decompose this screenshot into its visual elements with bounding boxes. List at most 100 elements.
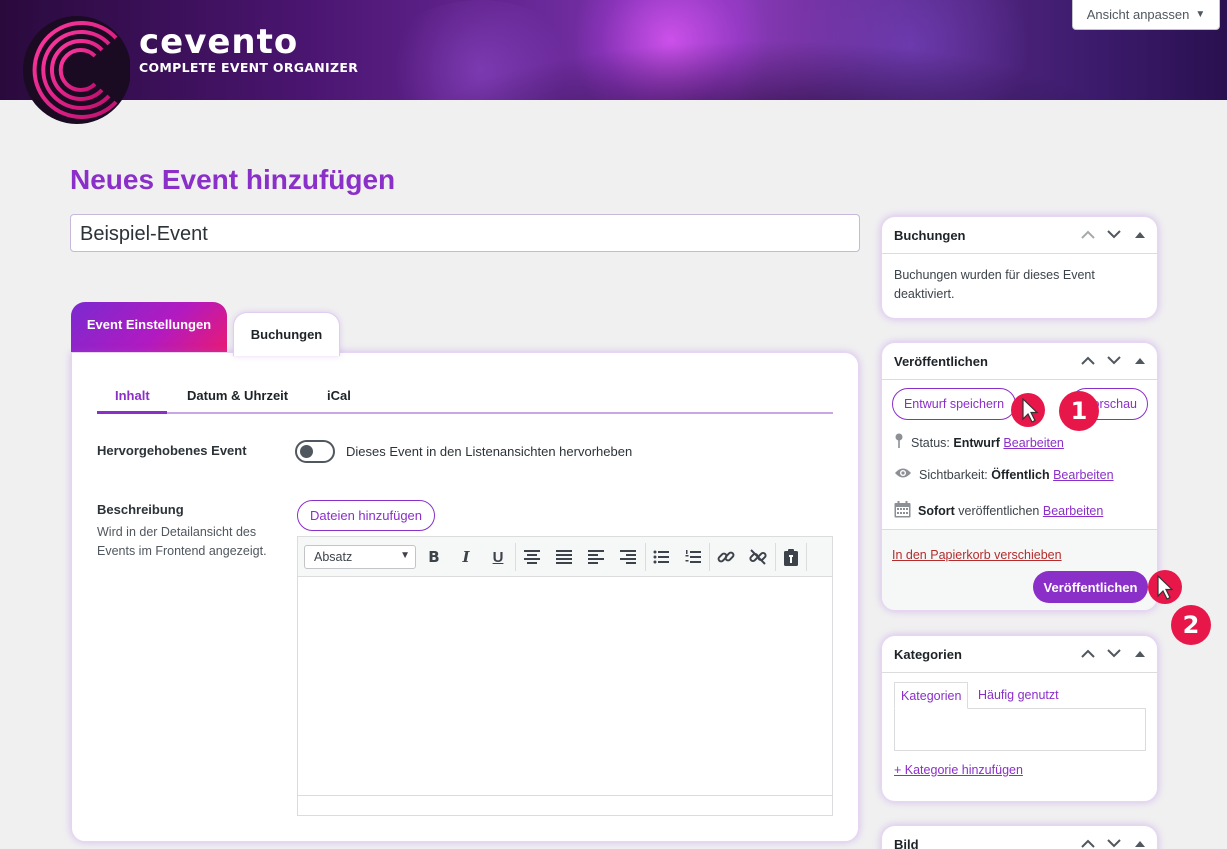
featured-toggle[interactable] [295, 440, 335, 463]
publish-box-title: Veröffentlichen [894, 354, 988, 369]
chevron-up-icon[interactable] [1079, 644, 1097, 662]
schedule-row: Sofort veröffentlichen Bearbeiten [894, 501, 1103, 521]
collapse-toggle-icon[interactable] [1131, 644, 1149, 662]
bookings-box-header: Buchungen [882, 217, 1157, 254]
brand: cevento COMPLETE EVENT ORGANIZER [139, 22, 359, 75]
categories-box-header: Kategorien [882, 636, 1157, 673]
box-controls [1079, 351, 1149, 369]
format-select-value: Absatz [314, 550, 353, 564]
visibility-row: Sichtbarkeit: Öffentlich Bearbeiten [894, 467, 1114, 482]
toolbar-divider [645, 543, 646, 571]
status-value: Entwurf [953, 435, 1000, 450]
visibility-label: Sichtbarkeit: [919, 467, 988, 482]
chevron-up-icon[interactable] [1079, 834, 1097, 849]
categories-list [894, 708, 1146, 751]
pin-icon [894, 433, 904, 452]
toggle-knob [300, 445, 313, 458]
chevron-down-icon[interactable] [1105, 225, 1123, 243]
save-draft-button[interactable]: Entwurf speichern [892, 388, 1016, 420]
chevron-up-icon[interactable] [1079, 225, 1097, 243]
format-select[interactable]: Absatz ▼ [304, 545, 416, 569]
brand-name: cevento [139, 22, 299, 62]
edit-schedule-link[interactable]: Bearbeiten [1043, 504, 1103, 518]
active-tab-indicator [97, 411, 167, 414]
chevron-down-icon[interactable] [1105, 351, 1123, 369]
bold-icon[interactable]: B [422, 546, 446, 568]
schedule-label: veröffentlichen [958, 504, 1040, 518]
tab-bookings[interactable]: Buchungen [233, 312, 340, 356]
bookings-box-title: Buchungen [894, 228, 966, 243]
align-right-icon[interactable] [616, 546, 640, 568]
editor-toolbar: Absatz ▼ B I U [298, 537, 832, 577]
align-center-icon[interactable] [520, 546, 544, 568]
trash-link[interactable]: In den Papierkorb verschieben [892, 548, 1062, 562]
bookings-box-text: Buchungen wurden für dieses Event deakti… [894, 268, 1095, 301]
toolbar-divider [806, 543, 807, 571]
pointer-icon [1157, 574, 1174, 600]
calendar-icon [894, 501, 911, 521]
publish-button[interactable]: Veröffentlichen [1033, 571, 1148, 603]
categories-box-title: Kategorien [894, 647, 962, 662]
image-box: Bild [881, 825, 1158, 849]
featured-toggle-text: Dieses Event in den Listenansichten herv… [346, 444, 633, 459]
page-title: Neues Event hinzufügen [70, 164, 396, 195]
status-row: Status: Entwurf Bearbeiten [894, 433, 1064, 452]
align-justify-icon[interactable] [552, 546, 576, 568]
description-help: Wird in der Detailansicht des Events im … [97, 525, 267, 558]
add-files-button[interactable]: Dateien hinzufügen [297, 500, 435, 531]
tab-all-categories[interactable]: Kategorien [894, 682, 969, 709]
brand-tagline: COMPLETE EVENT ORGANIZER [139, 60, 359, 75]
caret-down-icon: ▼ [1195, 9, 1206, 20]
caret-down-icon: ▼ [400, 550, 410, 561]
publish-box: Veröffentlichen Entwurf speichern Vorsch… [881, 342, 1158, 611]
cursor-highlight [1148, 570, 1182, 604]
image-box-header: Bild [882, 826, 1157, 849]
numbered-list-icon[interactable] [681, 546, 705, 568]
tab-popular-categories[interactable]: Häufig genutzt [972, 682, 1065, 709]
event-title-input[interactable]: Beispiel-Event [70, 214, 860, 252]
screen-options-label: Ansicht anpassen [1086, 7, 1190, 22]
box-controls [1079, 834, 1149, 849]
italic-icon[interactable]: I [454, 546, 478, 568]
description-editor[interactable]: Absatz ▼ B I U [297, 536, 833, 816]
step-2-badge: 2 [1171, 605, 1211, 645]
schedule-value: Sofort [918, 504, 955, 518]
subtab-ical[interactable]: iCal [327, 388, 351, 403]
sub-tabs: Inhalt Datum & Uhrzeit iCal [97, 380, 833, 414]
chevron-up-icon[interactable] [1079, 351, 1097, 369]
add-category-link[interactable]: + Kategorie hinzufügen [894, 763, 1023, 777]
edit-status-link[interactable]: Bearbeiten [1003, 436, 1063, 450]
bullet-list-icon[interactable] [649, 546, 673, 568]
unlink-icon[interactable] [746, 546, 770, 568]
image-box-title: Bild [894, 837, 919, 849]
editor-resize-bar[interactable] [298, 795, 832, 815]
chevron-down-icon[interactable] [1105, 644, 1123, 662]
underline-icon[interactable]: U [486, 546, 510, 568]
subtab-date-time[interactable]: Datum & Uhrzeit [187, 388, 288, 403]
featured-label: Hervorgehobenes Event [97, 443, 247, 458]
eye-icon [894, 467, 912, 482]
chevron-down-icon[interactable] [1105, 834, 1123, 849]
description-label: Beschreibung [97, 502, 184, 517]
box-controls [1079, 225, 1149, 243]
bookings-box: Buchungen Buchungen wurden für dieses Ev… [881, 216, 1158, 319]
collapse-toggle-icon[interactable] [1131, 225, 1149, 243]
box-controls [1079, 644, 1149, 662]
visibility-value: Öffentlich [991, 467, 1050, 482]
cevento-logo-icon [20, 8, 131, 126]
edit-visibility-link[interactable]: Bearbeiten [1053, 468, 1113, 482]
paste-icon[interactable] [779, 546, 803, 568]
cursor-highlight [1011, 393, 1045, 427]
pointer-icon [1022, 397, 1039, 423]
collapse-toggle-icon[interactable] [1131, 351, 1149, 369]
align-left-icon[interactable] [584, 546, 608, 568]
status-label: Status: [911, 435, 950, 450]
toolbar-divider [709, 543, 710, 571]
subtab-content[interactable]: Inhalt [115, 388, 150, 403]
toolbar-divider [775, 543, 776, 571]
screen-options-button[interactable]: Ansicht anpassen ▼ [1072, 0, 1220, 30]
categories-box: Kategorien Kategorien Häufig genutzt + K… [881, 635, 1158, 802]
link-icon[interactable] [714, 546, 738, 568]
publish-actions: In den Papierkorb verschieben Veröffentl… [882, 529, 1157, 610]
collapse-toggle-icon[interactable] [1131, 834, 1149, 849]
